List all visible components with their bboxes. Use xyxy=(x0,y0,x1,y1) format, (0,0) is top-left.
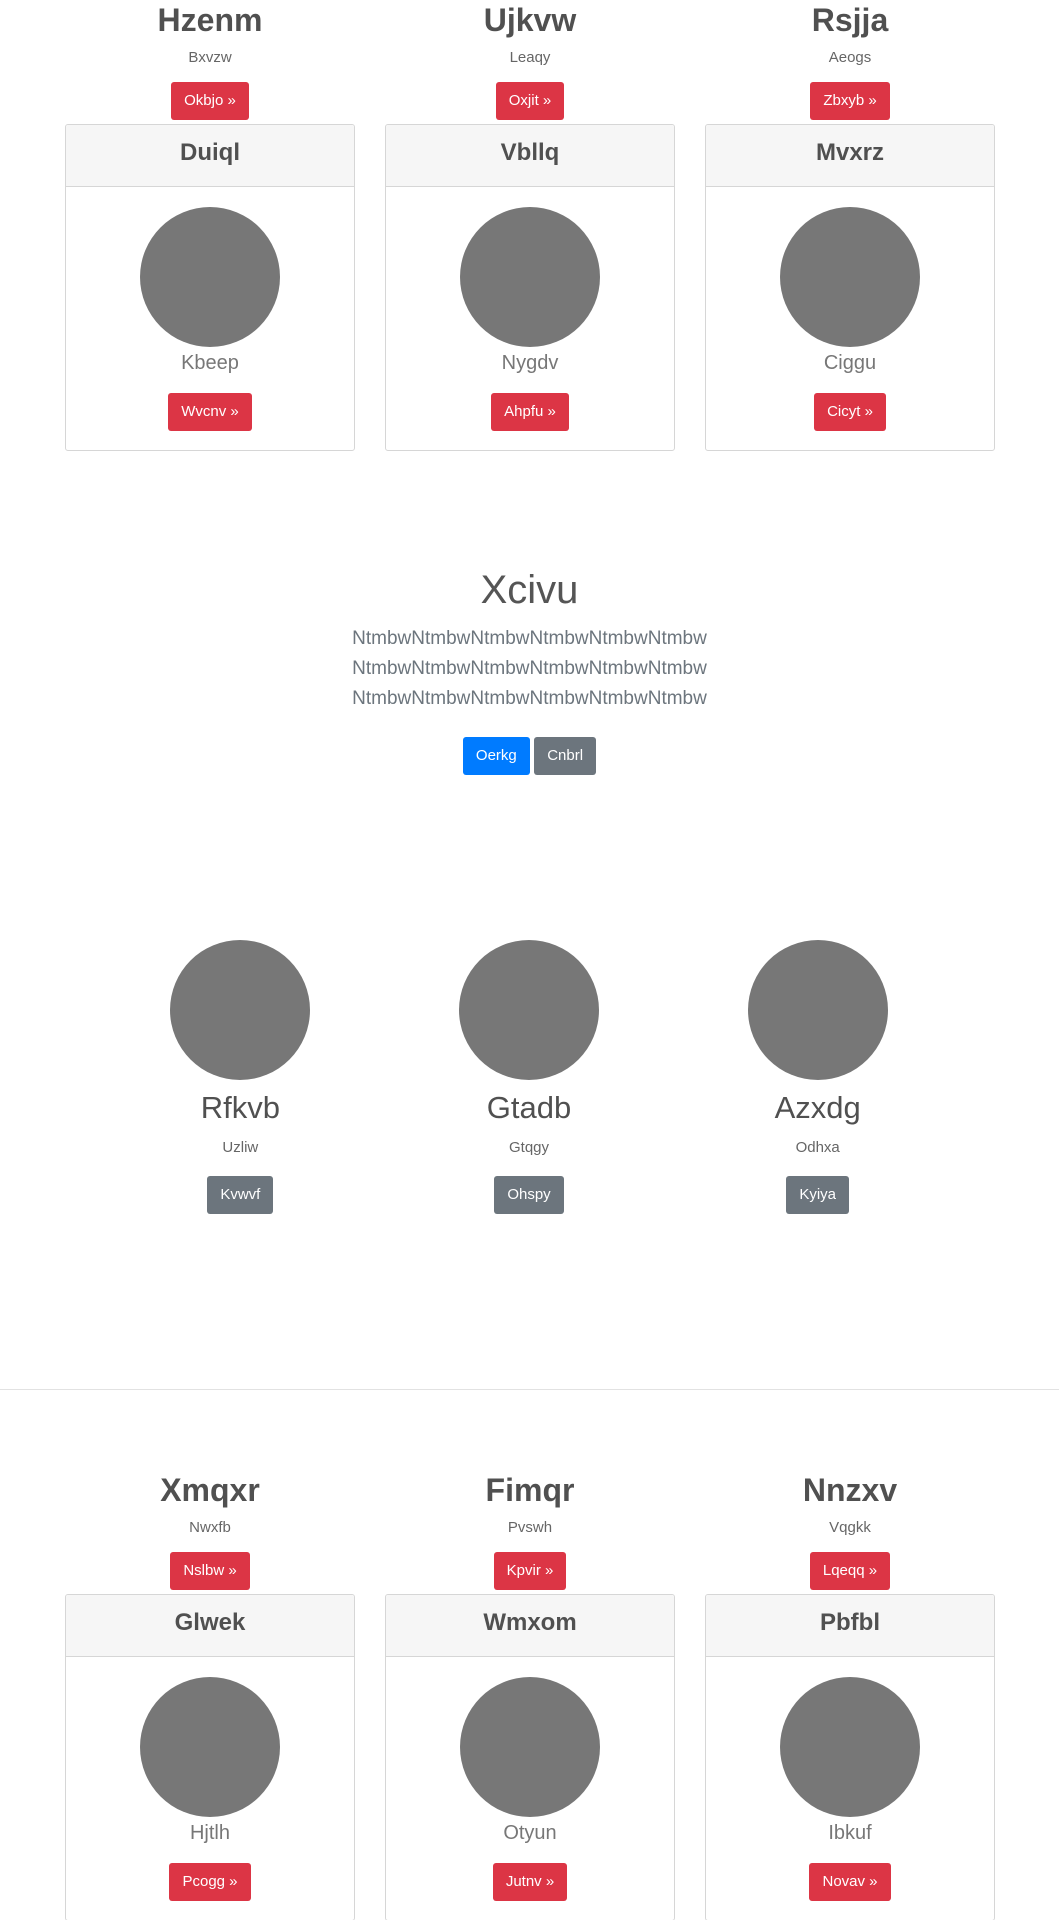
card-name: Kbeep xyxy=(181,352,239,374)
card-name: Nygdv xyxy=(501,352,559,374)
profile-card: Wmxom Otyun Jutnv » xyxy=(385,1594,675,1920)
headline-subtitle: Bxvzw xyxy=(188,49,232,66)
card-name: Ciggu xyxy=(823,352,877,374)
card-body: Otyun Jutnv » xyxy=(386,1677,674,1901)
team-member-name: Azxdg xyxy=(774,1090,861,1125)
headline-subtitle: Nwxfb xyxy=(189,1519,231,1536)
avatar-placeholder xyxy=(140,207,280,347)
team-member-button[interactable]: Kvwvf xyxy=(207,1176,274,1214)
card-header: Pbfbl xyxy=(706,1595,994,1657)
headline-title: Fimqr xyxy=(485,1472,575,1508)
headline-title: Hzenm xyxy=(157,2,263,38)
headline-button[interactable]: Oxjit » xyxy=(495,82,565,120)
profile-card: Duiql Kbeep Wvcnv » xyxy=(65,124,355,451)
card-header: Duiql xyxy=(66,125,354,187)
headline-item: Rsjja Aeogs Zbxyb » xyxy=(705,0,995,120)
team-member-name: Rfkvb xyxy=(200,1090,280,1125)
headline-subtitle: Leaqy xyxy=(509,49,551,66)
card-button[interactable]: Novav » xyxy=(809,1863,891,1901)
hero-section: Xcivu NtmbwNtmbwNtmbwNtmbwNtmbwNtmbw Ntm… xyxy=(0,562,1059,775)
headline-button[interactable]: Lqeqq » xyxy=(809,1552,891,1590)
card-name: Hjtlh xyxy=(189,1822,230,1844)
headline-button[interactable]: Zbxyb » xyxy=(810,82,890,120)
card-body: Ciggu Cicyt » xyxy=(706,207,994,431)
headline-row: Hzenm Bxvzw Okbjo » Ujkvw Leaqy Oxjit » … xyxy=(65,0,995,120)
card-button[interactable]: Cicyt » xyxy=(814,393,886,431)
headline-title: Nnzxv xyxy=(802,1472,898,1508)
team-member: Rfkvb Uzliw Kvwvf xyxy=(96,940,385,1214)
profile-card: Mvxrz Ciggu Cicyt » xyxy=(705,124,995,451)
team-member-subtitle: Odhxa xyxy=(795,1139,840,1156)
hero-buttons: Oerkg Cnbrl xyxy=(0,737,1059,775)
hero-title: Xcivu xyxy=(480,568,579,612)
hero-text-line: NtmbwNtmbwNtmbwNtmbwNtmbwNtmbw xyxy=(352,628,707,649)
team-member: Gtadb Gtqgy Ohspy xyxy=(385,940,674,1214)
avatar-placeholder xyxy=(140,1677,280,1817)
card-button[interactable]: Wvcnv » xyxy=(168,393,252,431)
avatar-placeholder xyxy=(460,1677,600,1817)
profile-card: Pbfbl Ibkuf Novav » xyxy=(705,1594,995,1920)
card-header: Glwek xyxy=(66,1595,354,1657)
headline-title: Rsjja xyxy=(811,2,889,38)
card-name: Otyun xyxy=(503,1822,557,1844)
headline-item: Ujkvw Leaqy Oxjit » xyxy=(385,0,675,120)
headline-subtitle: Pvswh xyxy=(507,1519,553,1536)
hero-text: NtmbwNtmbwNtmbwNtmbwNtmbwNtmbw NtmbwNtmb… xyxy=(0,624,1059,714)
headline-title: Xmqxr xyxy=(160,1472,260,1508)
headline-item: Nnzxv Vqgkk Lqeqq » xyxy=(705,1470,995,1590)
team-member-subtitle: Uzliw xyxy=(222,1139,259,1156)
card-body: Nygdv Ahpfu » xyxy=(386,207,674,431)
avatar-placeholder xyxy=(780,207,920,347)
headline-subtitle: Aeogs xyxy=(828,49,872,66)
section-divider xyxy=(0,1389,1059,1390)
card-header: Wmxom xyxy=(386,1595,674,1657)
team-member: Azxdg Odhxa Kyiya xyxy=(673,940,962,1214)
card-row: Glwek Hjtlh Pcogg » Wmxom Otyun Jutnv » … xyxy=(65,1594,995,1920)
team-row: Rfkvb Uzliw Kvwvf Gtadb Gtqgy Ohspy Azxd… xyxy=(96,940,962,1214)
card-row: Duiql Kbeep Wvcnv » Vbllq Nygdv Ahpfu » … xyxy=(65,124,995,451)
headline-item: Hzenm Bxvzw Okbjo » xyxy=(65,0,355,120)
hero-text-line: NtmbwNtmbwNtmbwNtmbwNtmbwNtmbw xyxy=(352,658,707,679)
team-member-button[interactable]: Kyiya xyxy=(786,1176,850,1214)
card-body: Hjtlh Pcogg » xyxy=(66,1677,354,1901)
avatar-placeholder xyxy=(459,940,599,1080)
headline-button[interactable]: Okbjo » xyxy=(171,82,249,120)
card-body: Ibkuf Novav » xyxy=(706,1677,994,1901)
profile-card: Glwek Hjtlh Pcogg » xyxy=(65,1594,355,1920)
card-button[interactable]: Jutnv » xyxy=(492,1863,568,1901)
headline-item: Fimqr Pvswh Kpvir » xyxy=(385,1470,675,1590)
team-member-button[interactable]: Ohspy xyxy=(494,1176,564,1214)
avatar-placeholder xyxy=(780,1677,920,1817)
card-header: Vbllq xyxy=(386,125,674,187)
headline-button[interactable]: Nslbw » xyxy=(170,1552,250,1590)
card-button[interactable]: Ahpfu » xyxy=(491,393,569,431)
headline-subtitle: Vqgkk xyxy=(829,1519,871,1536)
hero-primary-button[interactable]: Oerkg xyxy=(462,737,530,775)
hero-secondary-button[interactable]: Cnbrl xyxy=(534,737,597,775)
avatar-placeholder xyxy=(747,940,888,1080)
headline-button[interactable]: Kpvir » xyxy=(493,1552,567,1590)
avatar-placeholder xyxy=(170,940,311,1080)
headline-item: Xmqxr Nwxfb Nslbw » xyxy=(65,1470,355,1590)
card-button[interactable]: Pcogg » xyxy=(169,1863,251,1901)
team-member-subtitle: Gtqgy xyxy=(508,1139,550,1156)
avatar-placeholder xyxy=(460,207,600,347)
team-member-name: Gtadb xyxy=(486,1090,572,1125)
card-body: Kbeep Wvcnv » xyxy=(66,207,354,431)
headline-row: Xmqxr Nwxfb Nslbw » Fimqr Pvswh Kpvir » … xyxy=(65,1470,995,1590)
page: Hzenm Bxvzw Okbjo » Ujkvw Leaqy Oxjit » … xyxy=(0,0,1059,1920)
hero-text-line: NtmbwNtmbwNtmbwNtmbwNtmbwNtmbw xyxy=(352,688,707,709)
card-header: Mvxrz xyxy=(706,125,994,187)
profile-card: Vbllq Nygdv Ahpfu » xyxy=(385,124,675,451)
card-name: Ibkuf xyxy=(828,1822,872,1844)
headline-title: Ujkvw xyxy=(483,2,577,38)
